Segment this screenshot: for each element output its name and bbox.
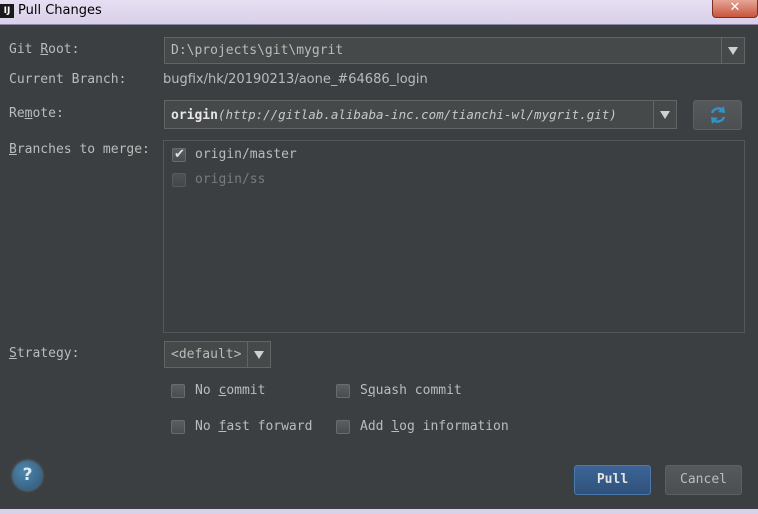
no-commit-label: No commit <box>195 383 266 398</box>
window-title: Pull Changes <box>18 3 102 18</box>
no-fast-forward-option[interactable]: No fast forward <box>171 419 312 434</box>
add-log-option[interactable]: Add log information <box>336 419 509 434</box>
git-root-value: D:\projects\git\mygrit <box>171 43 344 58</box>
no-commit-checkbox[interactable] <box>171 383 185 398</box>
close-icon: ✕ <box>729 0 741 15</box>
branch-item-origin-master[interactable]: ✔ origin/master <box>172 147 297 162</box>
squash-commit-option[interactable]: Squash commit <box>336 383 462 398</box>
branches-label: Branches to merge: <box>9 142 150 157</box>
strategy-value: <default> <box>171 347 242 362</box>
refresh-remotes-button[interactable] <box>693 100 742 130</box>
branch-item-origin-ss: origin/ss <box>172 172 265 187</box>
no-fast-forward-checkbox[interactable] <box>171 419 185 434</box>
git-root-dropdown[interactable]: D:\projects\git\mygrit <box>164 37 745 64</box>
title-bar: IJ Pull Changes ✕ <box>0 0 758 25</box>
no-commit-option[interactable]: No commit <box>171 383 265 398</box>
branch-label: origin/master <box>195 147 297 162</box>
help-button[interactable]: ? <box>13 461 42 490</box>
strategy-dropdown[interactable]: <default> <box>164 341 271 368</box>
help-icon: ? <box>22 465 33 485</box>
app-icon: IJ <box>0 4 14 18</box>
close-button[interactable]: ✕ <box>712 0 758 18</box>
branches-list[interactable]: ✔ origin/master origin/ss <box>163 140 745 333</box>
add-log-label: Add log information <box>360 419 509 434</box>
branch-checkbox[interactable]: ✔ <box>172 147 186 162</box>
add-log-checkbox[interactable] <box>336 419 350 434</box>
squash-commit-label: Squash commit <box>360 383 462 398</box>
remote-name: origin <box>171 108 218 123</box>
squash-commit-checkbox[interactable] <box>336 383 350 398</box>
current-branch-label: Current Branch: <box>9 72 127 87</box>
refresh-icon <box>710 106 725 124</box>
cancel-button[interactable]: Cancel <box>665 465 742 495</box>
pull-button[interactable]: Pull <box>574 465 651 495</box>
chevron-down-icon[interactable] <box>653 101 676 128</box>
no-fast-forward-label: No fast forward <box>195 419 313 434</box>
chevron-down-icon[interactable] <box>247 342 270 367</box>
strategy-label: Strategy: <box>9 346 80 361</box>
branch-label: origin/ss <box>195 172 266 187</box>
git-root-label: Git Root: <box>9 42 80 57</box>
branch-checkbox <box>172 172 186 187</box>
remote-label: Remote: <box>9 106 64 121</box>
current-branch-value: bugfix/hk/20190213/aone_#64686_login <box>163 72 428 87</box>
window-border <box>0 509 758 514</box>
chevron-down-icon[interactable] <box>721 38 744 63</box>
remote-url: (http://gitlab.alibaba-inc.com/tianchi-w… <box>217 107 617 122</box>
remote-dropdown[interactable]: origin(http://gitlab.alibaba-inc.com/tia… <box>164 100 677 129</box>
